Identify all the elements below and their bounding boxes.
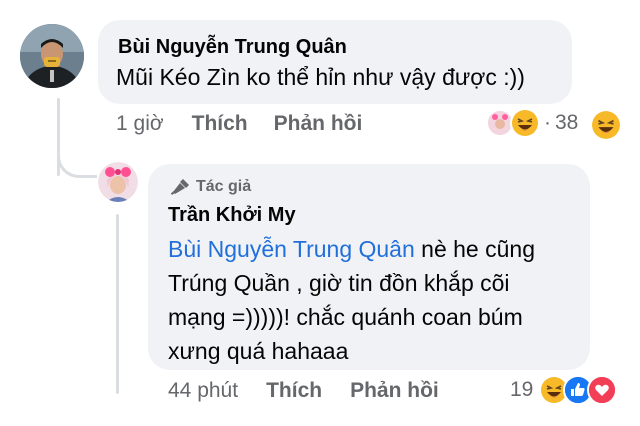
laughing-emoji-icon (592, 111, 620, 139)
reply-reply-button[interactable]: Phản hồi (350, 379, 439, 403)
like-button[interactable]: Thích (192, 112, 248, 136)
reply-thread-line (116, 214, 119, 394)
laughing-emoji-icon (510, 108, 540, 138)
comment-actions: 1 giờ Thích Phản hồi (116, 112, 362, 136)
reply-button[interactable]: Phản hồi (274, 112, 363, 136)
comment-bubble: Bùi Nguyễn Trung Quân Mũi Kéo Zìn ko thể… (98, 20, 572, 104)
reply-time[interactable]: 44 phút (168, 379, 238, 403)
avatar[interactable] (20, 24, 84, 88)
reaction-count: 38 (555, 111, 579, 134)
reaction-separator: · (544, 111, 551, 134)
reply-text: Bùi Nguyễn Trung Quân nè he cũng Trúng Q… (168, 232, 582, 368)
author-badge: Tác giả (170, 178, 251, 196)
reply-like-button[interactable]: Thích (266, 379, 322, 403)
reply-reactions[interactable]: 19 (510, 375, 618, 405)
reply-line-1-rest: nè he cũng (414, 236, 535, 262)
reply-line-3: mạng =)))))! chắc quánh coan búm (168, 304, 523, 330)
reply-line-2: Trúng Quần , giờ tin đồn khắp cõi (168, 270, 510, 296)
comment-reactions[interactable]: · 38 (486, 108, 578, 138)
mention-link[interactable]: Bùi Nguyễn Trung Quân (168, 236, 415, 262)
author-badge-label: Tác giả (196, 178, 252, 195)
thread-connector (57, 140, 97, 178)
microphone-icon (170, 178, 190, 196)
comment-text: Mũi Kéo Zìn ko thể hỉn như vậy được :)) (116, 64, 525, 90)
reply-author[interactable]: Trần Khởi My (168, 204, 296, 227)
reply-bubble: Tác giả Trần Khởi My Bùi Nguyễn Trung Qu… (148, 164, 590, 370)
comment-time[interactable]: 1 giờ (116, 112, 164, 136)
comment-author[interactable]: Bùi Nguyễn Trung Quân (118, 36, 347, 59)
reply-line-4: xưng quá hahaaa (168, 338, 349, 364)
love-icon (587, 375, 618, 405)
reply-line-1: Bùi Nguyễn Trung Quân nè he cũng (168, 232, 582, 266)
reply-actions: 44 phút Thích Phản hồi (168, 379, 439, 403)
reaction-count: 19 (510, 378, 534, 401)
reply-avatar[interactable] (98, 162, 138, 202)
